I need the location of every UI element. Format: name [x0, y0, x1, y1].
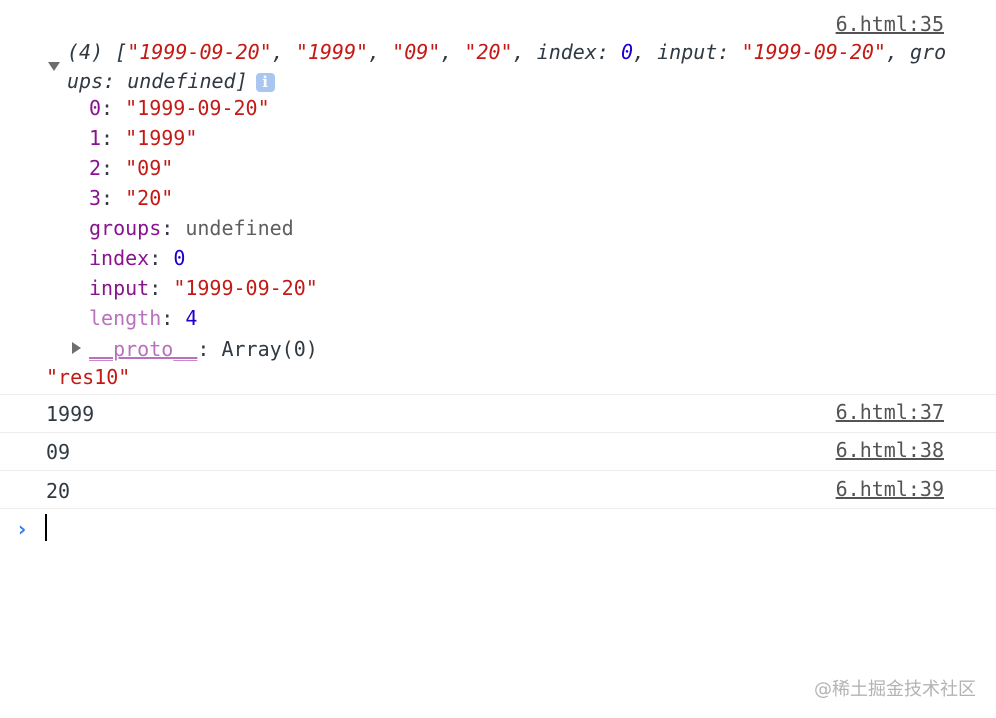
- row-divider: [0, 508, 996, 509]
- console-input[interactable]: [40, 510, 980, 546]
- property-row: length: 4: [89, 306, 198, 330]
- bracket-open: [: [115, 40, 128, 64]
- bracket-close: ]: [235, 69, 248, 93]
- colon: :: [103, 69, 128, 93]
- property-row: groups: undefined: [89, 216, 294, 240]
- expand-triangle-icon[interactable]: [72, 342, 81, 354]
- separator: ,: [633, 40, 658, 64]
- array-summary[interactable]: (4) ["1999-09-20", "1999", "09", "20", i…: [67, 38, 947, 96]
- source-link[interactable]: 6.html:35: [836, 12, 944, 36]
- property-row: 0: "1999-09-20": [89, 96, 270, 120]
- summary-value: "1999": [295, 40, 369, 64]
- summary-value: "1999-09-20": [127, 40, 272, 64]
- summary-value: 0: [621, 40, 634, 64]
- property-key: length: [89, 306, 162, 330]
- proto-value: Array(0): [221, 337, 318, 361]
- log-value: 20: [46, 479, 71, 503]
- log-value: 09: [46, 440, 71, 464]
- property-row: input: "1999-09-20": [89, 276, 318, 300]
- summary-value: "09": [392, 40, 441, 64]
- property-key: 1: [89, 126, 102, 150]
- prompt-chevron-icon: ›: [18, 517, 27, 541]
- colon: :: [717, 40, 742, 64]
- source-link[interactable]: 6.html:37: [836, 400, 944, 424]
- summary-value: undefined: [127, 69, 236, 93]
- summary-value: "20": [464, 40, 513, 64]
- property-value: 0: [173, 246, 186, 270]
- property-value: "1999-09-20": [125, 96, 270, 120]
- property-row: index: 0: [89, 246, 186, 270]
- property-key: index: [89, 246, 150, 270]
- separator: ,: [512, 40, 537, 64]
- summary-key: input: [657, 40, 718, 64]
- source-link[interactable]: 6.html:38: [836, 438, 944, 462]
- row-divider: [0, 394, 996, 395]
- property-value: undefined: [185, 216, 294, 240]
- property-key: input: [89, 276, 150, 300]
- separator: ,: [440, 40, 465, 64]
- info-icon[interactable]: i: [255, 73, 275, 92]
- property-value: "09": [125, 156, 174, 180]
- expand-triangle-icon[interactable]: [48, 62, 60, 71]
- property-row: 1: "1999": [89, 126, 198, 150]
- colon: :: [596, 40, 621, 64]
- separator: ,: [368, 40, 393, 64]
- proto-row[interactable]: __proto__: Array(0): [89, 334, 318, 364]
- separator: ,: [271, 40, 296, 64]
- log-string: "res10": [46, 365, 131, 389]
- property-value: "1999": [125, 126, 198, 150]
- proto-key: __proto__: [89, 337, 198, 361]
- property-value: "1999-09-20": [173, 276, 318, 300]
- log-message: 20: [46, 476, 70, 506]
- property-key: groups: [89, 216, 162, 240]
- summary-key: index: [536, 40, 597, 64]
- property-key: 2: [89, 156, 102, 180]
- separator: ,: [885, 40, 911, 64]
- row-divider: [0, 470, 996, 471]
- console-panel: 6.html:35 (4) ["1999-09-20", "1999", "09…: [0, 0, 996, 718]
- source-link[interactable]: 6.html:39: [836, 477, 944, 501]
- row-divider: [0, 432, 996, 433]
- array-count: (4): [67, 40, 104, 64]
- property-value: "20": [125, 186, 174, 210]
- log-message: 09: [46, 437, 70, 467]
- property-key: 0: [89, 96, 102, 120]
- log-message: "res10": [46, 362, 130, 392]
- property-key: 3: [89, 186, 102, 210]
- text-cursor: [45, 514, 47, 541]
- property-row: 3: "20": [89, 186, 174, 210]
- property-row: 2: "09": [89, 156, 174, 180]
- log-value: 1999: [46, 402, 95, 426]
- watermark: @稀土掘金技术社区: [814, 679, 976, 700]
- property-value: 4: [185, 306, 198, 330]
- log-message: 1999: [46, 399, 94, 429]
- summary-value: "1999-09-20": [741, 40, 886, 64]
